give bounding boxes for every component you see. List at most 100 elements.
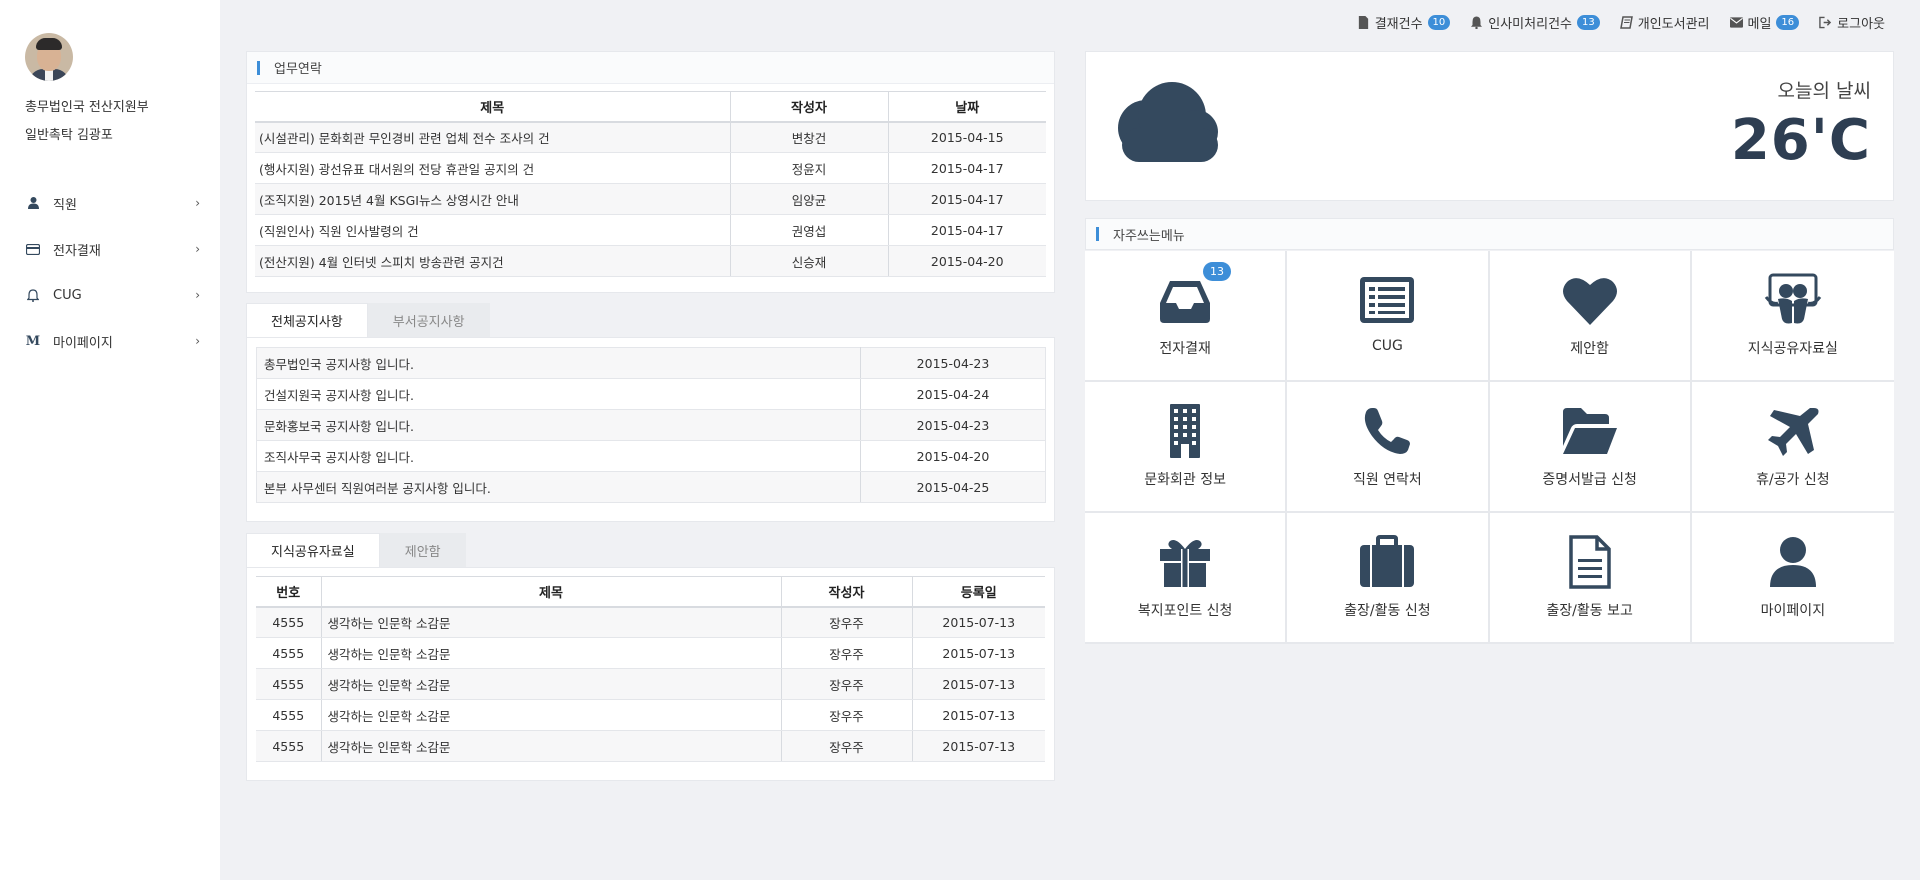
library-link[interactable]: 개인도서관리 xyxy=(1619,13,1710,32)
quick-menu-leave[interactable]: 휴/공가 신청 xyxy=(1691,382,1894,513)
table-row[interactable]: (전산지원) 4월 인터넷 스피치 방송관련 공지건 신승재 2015-04-2… xyxy=(255,245,1046,277)
mail-badge: 16 xyxy=(1776,14,1800,30)
approval-count-badge: 10 xyxy=(1427,14,1451,30)
quick-menu-certificate[interactable]: 증명서발급 신청 xyxy=(1489,382,1692,513)
row-date: 2015-07-13 xyxy=(911,637,1045,669)
approval-badge: 13 xyxy=(1203,262,1231,281)
quick-menu-cug[interactable]: CUG xyxy=(1287,251,1490,382)
approval-count-link[interactable]: 결재건수 10 xyxy=(1357,13,1451,32)
quick-menu-label: 증명서발급 신청 xyxy=(1542,472,1637,488)
row-author: 장우주 xyxy=(780,699,912,731)
user-department: 총무법인국 전산지원부 xyxy=(25,100,149,115)
mail-link[interactable]: 메일 16 xyxy=(1729,13,1800,32)
sidebar-item-cug[interactable]: CUG › xyxy=(0,272,220,318)
notice-tabs: 전체공지사항 부서공지사항 xyxy=(246,303,490,337)
row-title[interactable]: (조직지원) 2015년 4월 KSGI뉴스 상영시간 안내 xyxy=(255,183,730,215)
quick-menu-culture-center[interactable]: 문화회관 정보 xyxy=(1085,382,1288,513)
tab-knowledge[interactable]: 지식공유자료실 xyxy=(246,533,380,567)
table-row[interactable]: 4555 생각하는 인문학 소감문 장우주 2015-07-13 xyxy=(256,637,1045,669)
table-row[interactable]: (시설관리) 문화회관 무인경비 관련 업체 전수 조사의 건 변창건 2015… xyxy=(255,121,1046,153)
table-row[interactable]: (행사지원) 광선유표 대서원의 전당 휴관일 공지의 건 정윤지 2015-0… xyxy=(255,152,1046,184)
column-header: 날짜 xyxy=(887,91,1046,123)
table-row[interactable]: 4555 생각하는 인문학 소감문 장우주 2015-07-13 xyxy=(256,606,1045,638)
library-label: 개인도서관리 xyxy=(1637,16,1710,32)
work-contact-header: 업무연락 xyxy=(247,52,1054,84)
table-row[interactable]: 본부 사무센터 직원여러분 공지사항 입니다. 2015-04-25 xyxy=(256,471,1046,503)
quick-menu-panel: 자주쓰는메뉴 13 전자결재 CUG 제안함 지식공유자료실 문화회관 정보 직… xyxy=(1085,218,1894,648)
row-author: 정윤지 xyxy=(729,152,888,184)
table-row[interactable]: 4555 생각하는 인문학 소감문 장우주 2015-07-13 xyxy=(256,699,1045,731)
sign-out-icon xyxy=(1819,16,1832,28)
column-header: 번호 xyxy=(256,576,321,608)
row-author: 권영섭 xyxy=(729,214,888,246)
quick-menu-label: 제안함 xyxy=(1570,341,1609,357)
row-title[interactable]: (전산지원) 4월 인터넷 스피치 방송관련 공지건 xyxy=(255,245,730,277)
row-date: 2015-04-20 xyxy=(887,245,1046,277)
row-title[interactable]: 생각하는 인문학 소감문 xyxy=(320,730,781,762)
row-title[interactable]: 생각하는 인문학 소감문 xyxy=(320,668,781,700)
table-row[interactable]: 조직사무국 공지사항 입니다. 2015-04-20 xyxy=(256,440,1046,472)
sidebar-item-mypage[interactable]: M 마이페이지 › xyxy=(0,318,220,364)
quick-menu-trip-request[interactable]: 출장/활동 신청 xyxy=(1287,513,1490,644)
table-row[interactable]: (직원인사) 직원 인사발령의 건 권영섭 2015-04-17 xyxy=(255,214,1046,246)
cloud-icon xyxy=(1118,82,1218,162)
row-author: 임양균 xyxy=(729,183,888,215)
user-name: 일반촉탁 김광포 xyxy=(25,128,113,143)
sidebar-item-approval[interactable]: 전자결재 › xyxy=(0,226,220,272)
logout-link[interactable]: 로그아웃 xyxy=(1819,13,1885,32)
quick-menu-title: 자주쓰는메뉴 xyxy=(1113,228,1185,244)
weather-widget: 오늘의 날씨 26'C xyxy=(1085,51,1894,201)
tab-dept-notices[interactable]: 부서공지사항 xyxy=(367,303,490,337)
sidebar-item-staff[interactable]: 직원 › xyxy=(0,180,220,226)
row-date: 2015-04-17 xyxy=(887,214,1046,246)
row-title[interactable]: (직원인사) 직원 인사발령의 건 xyxy=(255,214,730,246)
accent-bar xyxy=(257,60,260,75)
sidebar-item-label: 전자결재 xyxy=(53,243,101,259)
notice-title[interactable]: 문화홍보국 공지사항 입니다. xyxy=(256,409,861,441)
quick-menu-welfare-points[interactable]: 복지포인트 신청 xyxy=(1085,513,1288,644)
table-row[interactable]: 4555 생각하는 인문학 소감문 장우주 2015-07-13 xyxy=(256,730,1045,762)
notice-title[interactable]: 조직사무국 공지사항 입니다. xyxy=(256,440,861,472)
chevron-right-icon: › xyxy=(195,334,200,348)
avatar[interactable] xyxy=(25,33,73,81)
quick-menu-mypage[interactable]: 마이페이지 xyxy=(1691,513,1894,644)
quick-menu-suggestion[interactable]: 제안함 xyxy=(1489,251,1692,382)
quick-menu-knowledge[interactable]: 지식공유자료실 xyxy=(1691,251,1894,382)
row-date: 2015-07-13 xyxy=(911,606,1045,638)
row-number: 4555 xyxy=(256,637,321,669)
tab-all-notices[interactable]: 전체공지사항 xyxy=(246,303,368,337)
table-row[interactable]: 4555 생각하는 인문학 소감문 장우주 2015-07-13 xyxy=(256,668,1045,700)
notice-title[interactable]: 총무법인국 공지사항 입니다. xyxy=(256,347,861,379)
chevron-right-icon: › xyxy=(195,242,200,256)
table-row[interactable]: (조직지원) 2015년 4월 KSGI뉴스 상영시간 안내 임양균 2015-… xyxy=(255,183,1046,215)
work-contact-table: 제목 작성자 날짜 (시설관리) 문화회관 무인경비 관련 업체 전수 조사의 … xyxy=(255,91,1046,277)
row-title[interactable]: 생각하는 인문학 소감문 xyxy=(320,699,781,731)
notice-title[interactable]: 본부 사무센터 직원여러분 공지사항 입니다. xyxy=(256,471,861,503)
table-row[interactable]: 건설지원국 공지사항 입니다. 2015-04-24 xyxy=(256,378,1046,410)
notice-title[interactable]: 건설지원국 공지사항 입니다. xyxy=(256,378,861,410)
row-number: 4555 xyxy=(256,730,321,762)
quick-menu-trip-report[interactable]: 출장/활동 보고 xyxy=(1489,513,1692,644)
row-title[interactable]: (시설관리) 문화회관 무인경비 관련 업체 전수 조사의 건 xyxy=(255,121,730,153)
notice-panel: 총무법인국 공지사항 입니다. 2015-04-23 건설지원국 공지사항 입니… xyxy=(246,337,1055,522)
row-title[interactable]: 생각하는 인문학 소감문 xyxy=(320,637,781,669)
weather-temperature: 26'C xyxy=(1730,108,1871,173)
row-number: 4555 xyxy=(256,606,321,638)
quick-menu-header: 자주쓰는메뉴 xyxy=(1085,218,1894,250)
row-author: 장우주 xyxy=(780,637,912,669)
row-number: 4555 xyxy=(256,699,321,731)
row-date: 2015-04-17 xyxy=(887,152,1046,184)
hr-pending-link[interactable]: 인사미처리건수 13 xyxy=(1470,13,1600,32)
top-bar: 결재건수 10 인사미처리건수 13 개인도서관리 메일 16 로그아웃 xyxy=(1357,12,1885,32)
tab-suggestion[interactable]: 제안함 xyxy=(379,533,466,567)
column-header: 제목 xyxy=(255,91,730,123)
user-icon xyxy=(25,195,41,211)
quick-menu-approval[interactable]: 13 전자결재 xyxy=(1085,251,1288,382)
quick-menu-contacts[interactable]: 직원 연락처 xyxy=(1287,382,1490,513)
table-row[interactable]: 문화홍보국 공지사항 입니다. 2015-04-23 xyxy=(256,409,1046,441)
sidebar-item-label: CUG xyxy=(53,287,82,303)
quick-menu-label: 복지포인트 신청 xyxy=(1137,603,1233,619)
row-title[interactable]: 생각하는 인문학 소감문 xyxy=(320,606,781,638)
table-row[interactable]: 총무법인국 공지사항 입니다. 2015-04-23 xyxy=(256,347,1046,379)
row-title[interactable]: (행사지원) 광선유표 대서원의 전당 휴관일 공지의 건 xyxy=(255,152,730,184)
